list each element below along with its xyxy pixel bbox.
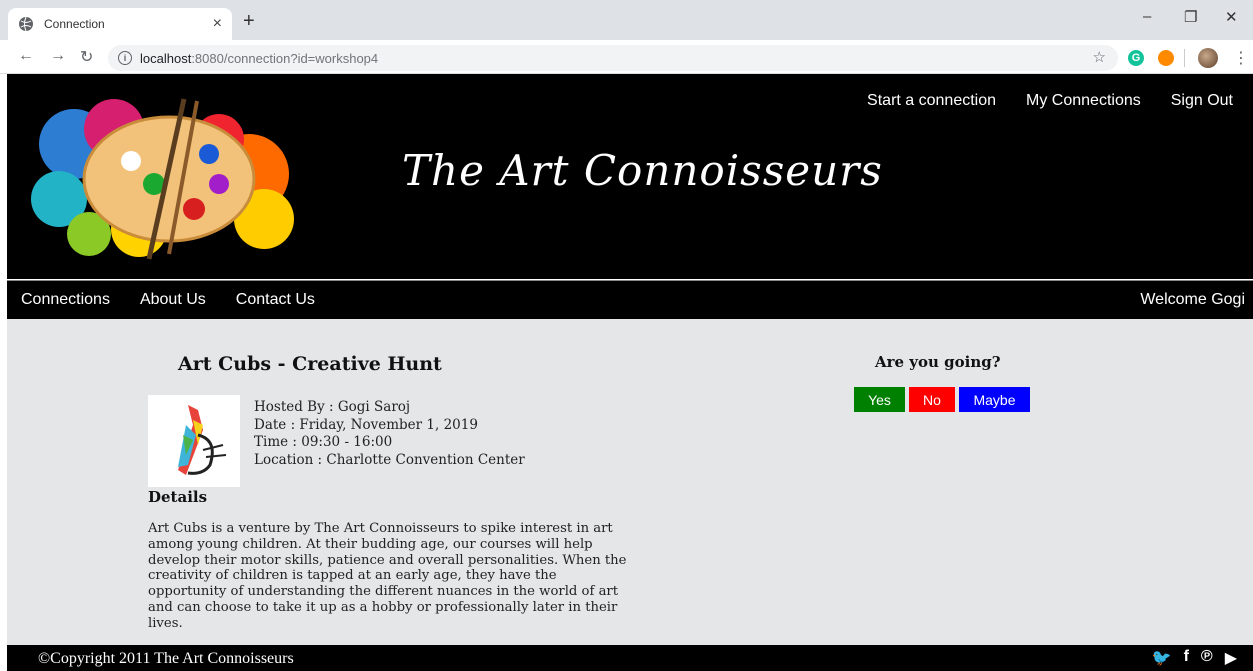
profile-avatar[interactable] [1198, 48, 1218, 68]
grammarly-extension-icon[interactable]: G [1128, 50, 1144, 66]
secondary-nav: Connections About Us Contact Us Welcome … [7, 280, 1253, 319]
nav-about-us[interactable]: About Us [140, 291, 206, 309]
welcome-message: Welcome Gogi [1140, 291, 1245, 308]
fire-extension-icon[interactable] [1158, 50, 1174, 66]
minimize-icon[interactable]: – [1143, 8, 1151, 25]
palette-logo [31, 98, 294, 260]
event-meta: Hosted By : Gogi Saroj Date : Friday, No… [254, 399, 525, 469]
forward-icon[interactable]: → [50, 47, 66, 65]
browser-menu-icon[interactable]: ⋮ [1233, 48, 1249, 68]
site-header: The Art Connoisseurs Start a connection … [7, 74, 1253, 279]
rsvp-no-button[interactable]: No [909, 387, 955, 412]
top-nav: Start a connection My Connections Sign O… [867, 92, 1233, 110]
event-time: Time : 09:30 - 16:00 [254, 434, 393, 450]
url-field[interactable]: i localhost:8080/connection?id=workshop4… [108, 45, 1118, 71]
rsvp-yes-button[interactable]: Yes [854, 387, 905, 412]
toolbar-divider [1184, 49, 1185, 67]
restore-icon[interactable]: ❐ [1184, 8, 1197, 26]
url-host: localhost [140, 50, 192, 66]
event-host: Hosted By : Gogi Saroj [254, 399, 411, 415]
twitter-icon[interactable]: 🐦 [1152, 648, 1172, 668]
nav-contact-us[interactable]: Contact Us [236, 291, 315, 309]
url-path: :8080/connection?id=workshop4 [191, 50, 379, 66]
tab-title: Connection [44, 17, 105, 31]
copyright-text: ©Copyright 2011 The Art Connoisseurs [38, 650, 294, 667]
event-title: Art Cubs - Creative Hunt [178, 353, 442, 375]
site-footer: ©Copyright 2011 The Art Connoisseurs 🐦 f… [7, 645, 1253, 671]
new-tab-button[interactable]: + [243, 10, 255, 33]
site-info-icon[interactable]: i [118, 51, 132, 65]
rsvp-buttons: Yes No Maybe [854, 387, 1030, 412]
social-links: 🐦 f ℗ ▶ [1152, 648, 1237, 668]
tab-close-icon[interactable]: × [213, 15, 222, 33]
nav-sign-out[interactable]: Sign Out [1171, 92, 1233, 110]
youtube-icon[interactable]: ▶ [1225, 648, 1237, 668]
pinterest-icon[interactable]: ℗ [1201, 648, 1213, 668]
event-date: Date : Friday, November 1, 2019 [254, 416, 478, 433]
event-location: Location : Charlotte Convention Center [254, 451, 525, 468]
nav-connections[interactable]: Connections [21, 291, 110, 309]
browser-tab-strip: Connection × + – ❐ ✕ [0, 0, 1253, 40]
details-text: Art Cubs is a venture by The Art Connois… [148, 521, 627, 631]
globe-icon [19, 16, 33, 32]
rsvp-question: Are you going? [875, 353, 1001, 371]
site-brand-title: The Art Connoisseurs [402, 146, 883, 195]
nav-my-connections[interactable]: My Connections [1026, 92, 1141, 110]
bookmark-star-icon[interactable]: ☆ [1093, 48, 1106, 66]
close-window-icon[interactable]: ✕ [1225, 8, 1238, 26]
address-bar-row: ← → ↻ i localhost:8080/connection?id=wor… [0, 40, 1253, 74]
facebook-icon[interactable]: f [1184, 648, 1189, 668]
details-heading: Details [148, 488, 208, 506]
event-image [148, 395, 240, 487]
reload-icon[interactable]: ↻ [80, 47, 93, 67]
main-content: Art Cubs - Creative Hunt Hosted By : Gog… [7, 319, 1253, 645]
rsvp-maybe-button[interactable]: Maybe [959, 387, 1030, 412]
nav-start-connection[interactable]: Start a connection [867, 92, 996, 110]
browser-tab[interactable]: Connection × [8, 8, 232, 40]
back-icon[interactable]: ← [18, 47, 34, 65]
